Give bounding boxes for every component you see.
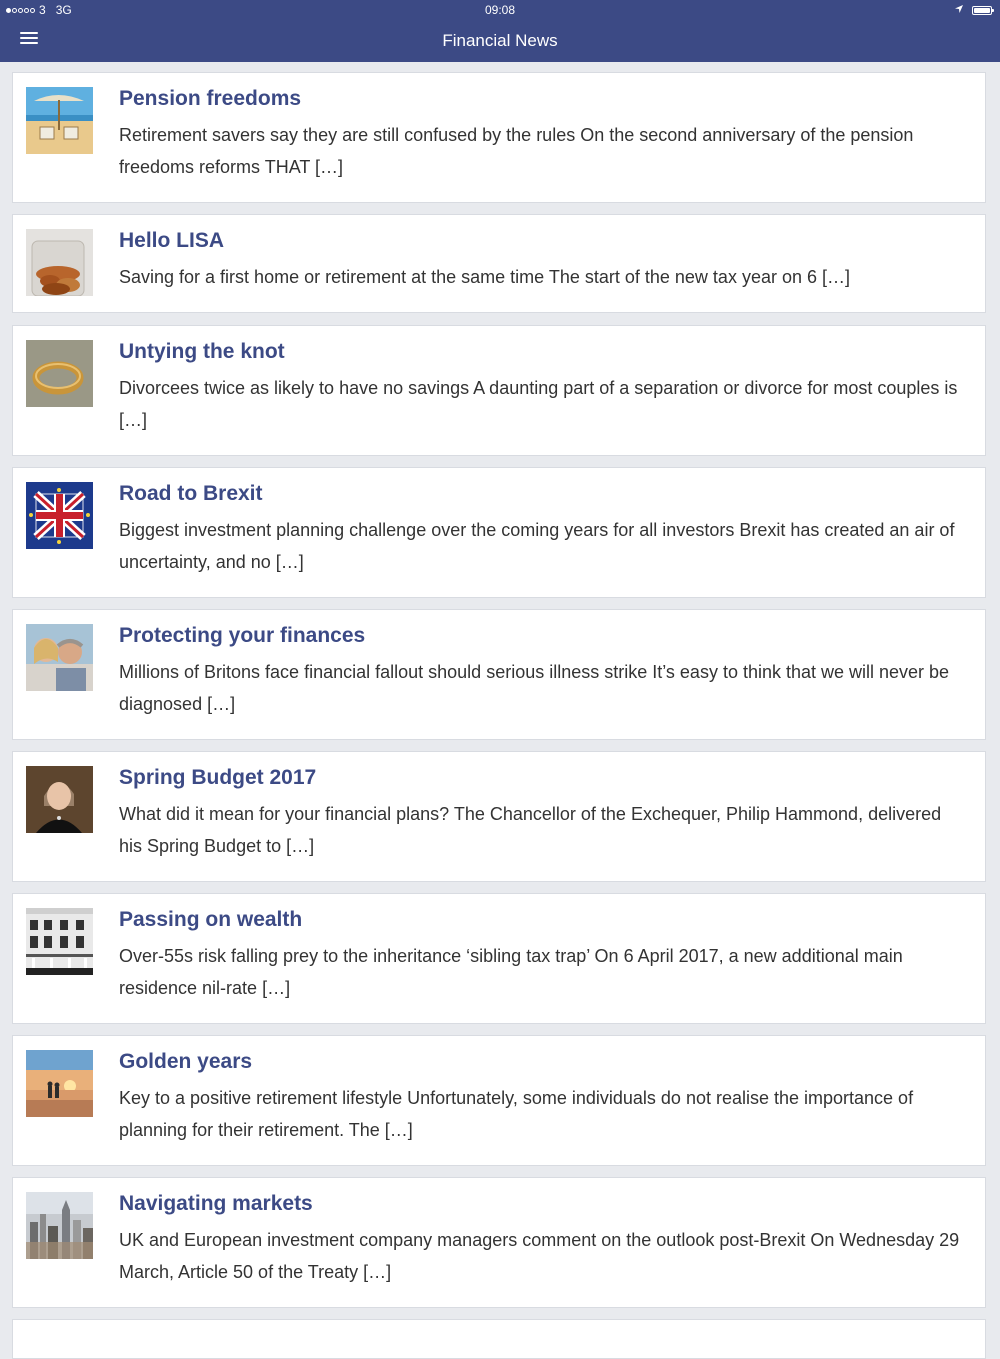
woman-portrait-image xyxy=(26,766,93,833)
article-card[interactable]: Hello LISA Saving for a first home or re… xyxy=(12,214,986,313)
beach-chairs-image xyxy=(26,87,93,154)
article-excerpt: Millions of Britons face financial fallo… xyxy=(119,662,950,714)
article-card-partial[interactable] xyxy=(12,1319,986,1359)
article-excerpt: Saving for a first home or retirement at… xyxy=(119,267,850,287)
article-title[interactable]: Hello LISA xyxy=(119,229,224,253)
union-jack-eu-puzzle-image xyxy=(26,482,93,549)
city-skyline-image xyxy=(26,1192,93,1259)
article-excerpt: Retirement savers say they are still con… xyxy=(119,125,914,177)
article-excerpt: Over-55s risk falling prey to the inheri… xyxy=(119,946,903,998)
townhouses-image xyxy=(26,908,93,975)
article-title[interactable]: Spring Budget 2017 xyxy=(119,766,316,790)
article-card[interactable]: Road to Brexit Biggest investment planni… xyxy=(12,467,986,598)
article-card[interactable]: Navigating markets UK and European inves… xyxy=(12,1177,986,1308)
article-excerpt: Biggest investment planning challenge ov… xyxy=(119,520,955,572)
article-title[interactable]: Passing on wealth xyxy=(119,908,302,932)
article-excerpt: UK and European investment company manag… xyxy=(119,1230,960,1282)
article-card[interactable]: Protecting your finances Millions of Bri… xyxy=(12,609,986,740)
coin-jar-image xyxy=(26,229,93,296)
article-title[interactable]: Navigating markets xyxy=(119,1192,313,1216)
navigation-bar: Financial News xyxy=(0,20,1000,62)
status-right xyxy=(954,3,994,17)
article-title[interactable]: Road to Brexit xyxy=(119,482,263,506)
article-card[interactable]: Golden years Key to a positive retiremen… xyxy=(12,1035,986,1166)
sunset-couple-image xyxy=(26,1050,93,1117)
wedding-ring-image xyxy=(26,340,93,407)
article-card[interactable]: Passing on wealth Over-55s risk falling … xyxy=(12,893,986,1024)
article-excerpt: What did it mean for your financial plan… xyxy=(119,804,942,856)
smiling-couple-image xyxy=(26,624,93,691)
article-title[interactable]: Pension freedoms xyxy=(119,87,301,111)
article-title[interactable]: Untying the knot xyxy=(119,340,285,364)
article-title[interactable]: Protecting your finances xyxy=(119,624,365,648)
battery-icon xyxy=(972,5,994,15)
article-card[interactable]: Pension freedoms Retirement savers say t… xyxy=(12,72,986,203)
article-excerpt: Divorcees twice as likely to have no sav… xyxy=(119,378,958,430)
article-card[interactable]: Spring Budget 2017 What did it mean for … xyxy=(12,751,986,882)
location-arrow-icon xyxy=(954,3,964,17)
article-title[interactable]: Golden years xyxy=(119,1050,252,1074)
page-title: Financial News xyxy=(442,31,558,50)
article-card[interactable]: Untying the knot Divorcees twice as like… xyxy=(12,325,986,456)
article-excerpt: Key to a positive retirement lifestyle U… xyxy=(119,1088,914,1140)
status-bar: 3 3G 09:08 xyxy=(0,0,1000,20)
clock: 09:08 xyxy=(484,3,516,17)
